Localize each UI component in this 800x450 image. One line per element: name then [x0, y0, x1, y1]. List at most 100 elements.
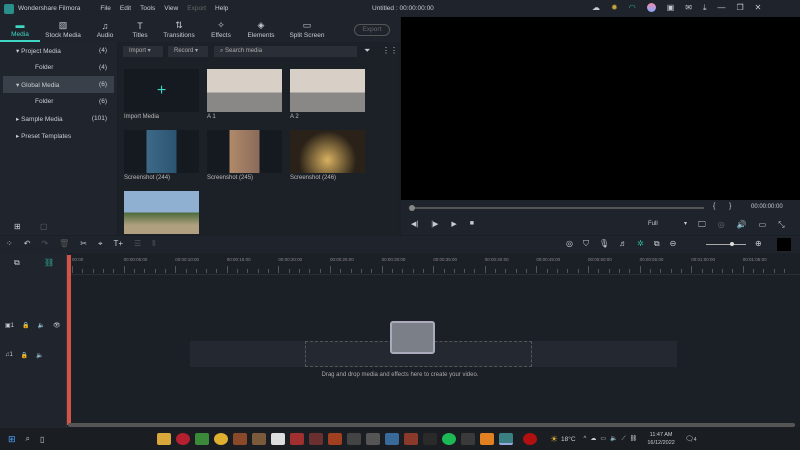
eye-icon[interactable]: 👁 — [53, 322, 61, 329]
sidebar-item-sample-media[interactable]: ▸ Sample Media (101) — [0, 110, 117, 127]
playback-slider[interactable] — [411, 207, 704, 209]
quality-select[interactable]: Full ▾ — [645, 219, 687, 230]
zoom-out-icon[interactable]: ⊖ — [670, 239, 677, 249]
snap-icon[interactable]: ⧉ — [654, 239, 660, 249]
media-thumb-screenshot-245[interactable] — [207, 130, 282, 173]
restore-icon[interactable]: ❐ — [737, 3, 744, 13]
stop-icon[interactable]: ■ — [470, 220, 474, 228]
task-view-icon[interactable]: ▯ — [40, 435, 44, 444]
notifications-icon[interactable]: 🗨4 — [685, 435, 697, 443]
tab-elements[interactable]: ◈ Elements — [240, 17, 282, 42]
media-thumb-screenshot-244[interactable] — [124, 130, 199, 173]
tag-icon[interactable]: ⌖ — [98, 239, 103, 249]
chrome-icon[interactable] — [213, 433, 228, 445]
windows-start-icon[interactable]: ⊞ — [8, 434, 16, 445]
timeline-ruler[interactable]: 00:00 00:00:05:00 00:00:10:00 00:00:15:00 00… — [68, 253, 800, 275]
spotify-icon[interactable] — [441, 433, 456, 445]
playhead-handle[interactable] — [409, 205, 415, 211]
split-icon[interactable]: ⫴ — [152, 239, 155, 249]
volume-icon[interactable]: 🔊 — [737, 220, 747, 230]
menu-tools[interactable]: Tools — [140, 5, 155, 12]
app-icon[interactable] — [365, 433, 380, 445]
vlc-icon[interactable] — [479, 433, 494, 445]
cut-icon[interactable]: ✂ — [80, 239, 87, 249]
snapshot-icon[interactable]: ◎ — [718, 220, 725, 230]
sidebar-item-folder[interactable]: Folder (4) — [0, 59, 117, 76]
media-thumb-eiffel[interactable] — [124, 191, 199, 234]
cloud-icon[interactable]: ☁ — [592, 3, 600, 13]
app-icon[interactable] — [346, 433, 361, 445]
redo-icon[interactable]: ↷ — [41, 239, 48, 249]
app-icon[interactable] — [403, 433, 418, 445]
bulb-icon[interactable]: ✹ — [611, 3, 618, 13]
app-icon[interactable] — [460, 433, 475, 445]
play-icon[interactable]: ▶ — [451, 220, 456, 228]
add-track-icon[interactable]: ⧉ — [14, 258, 20, 268]
close-icon[interactable]: ✕ — [755, 3, 762, 13]
undo-icon[interactable]: ↶ — [24, 239, 31, 249]
filmora-taskbar-icon[interactable] — [498, 433, 513, 445]
nvidia-icon[interactable] — [194, 433, 209, 445]
system-tray-icons[interactable]: ^☁▭🔈⟋⛓ — [584, 435, 642, 443]
mute-icon[interactable]: 🔈 — [36, 352, 43, 359]
mail-icon[interactable]: ✉ — [685, 3, 692, 13]
download-icon[interactable]: ⤓ — [703, 3, 707, 13]
folder-icon[interactable]: ▢ — [40, 222, 48, 231]
fullscreen-icon[interactable]: ⤡ — [778, 220, 784, 230]
layout-icon[interactable]: ⁘ — [6, 239, 13, 249]
headset-icon[interactable]: ◠ — [629, 3, 636, 13]
next-frame-icon[interactable]: |▶ — [431, 220, 438, 228]
mute-icon[interactable]: 🔈 — [38, 322, 45, 329]
shield-icon[interactable]: ⛉ — [583, 239, 589, 249]
tab-stock-media[interactable]: ▨ Stock Media — [40, 17, 86, 42]
sidebar-item-global-folder[interactable]: Folder (6) — [0, 93, 117, 110]
zoom-slider[interactable] — [706, 244, 746, 245]
zoom-in-icon[interactable]: ⊕ — [755, 239, 762, 248]
app-icon[interactable] — [308, 433, 323, 445]
opera-icon[interactable] — [175, 433, 190, 445]
tab-transitions[interactable]: ⇅ Transitions — [156, 17, 202, 42]
mark-in-icon[interactable]: { — [713, 203, 715, 210]
media-thumb-a1[interactable] — [207, 69, 282, 112]
render-icon[interactable]: ◎ — [566, 239, 573, 249]
audio-mix-icon[interactable]: ♬ — [619, 239, 627, 249]
save-icon[interactable]: ▣ — [667, 3, 675, 13]
menu-edit[interactable]: Edit — [120, 5, 131, 12]
avatar[interactable] — [646, 3, 656, 12]
media-thumb-screenshot-246[interactable] — [290, 130, 365, 173]
app-icon[interactable] — [232, 433, 247, 445]
new-folder-icon[interactable]: ⊞ — [14, 222, 21, 231]
filter-icon[interactable]: ⏷ — [364, 46, 370, 56]
menu-view[interactable]: View — [164, 5, 178, 12]
app-icon[interactable] — [327, 433, 342, 445]
export-button[interactable]: Export — [354, 24, 390, 36]
tab-audio[interactable]: ♫ Audio — [86, 17, 124, 42]
app-icon[interactable] — [289, 433, 304, 445]
tab-media[interactable]: ▬ Media — [0, 17, 40, 42]
zoom-slider-handle[interactable] — [730, 242, 734, 246]
lock-icon[interactable]: 🔒 — [21, 352, 28, 359]
menu-file[interactable]: File — [100, 5, 110, 12]
sidebar-item-preset-templates[interactable]: ▸ Preset Templates — [0, 127, 117, 144]
folder-icon[interactable]: ▭ — [759, 220, 767, 230]
playhead[interactable] — [67, 255, 71, 425]
link-icon[interactable]: ⛓ — [44, 258, 54, 267]
menu-help[interactable]: Help — [215, 5, 228, 12]
clock[interactable]: 11:47 AM 16/12/2022 — [647, 431, 675, 447]
grid-view-icon[interactable]: ⋮⋮ — [382, 46, 398, 55]
sidebar-item-global-media[interactable]: ▾ Global Media (6) — [3, 76, 114, 93]
media-thumb-a2[interactable] — [290, 69, 365, 112]
import-dropdown[interactable]: Import ▾ — [123, 46, 163, 57]
sidebar-item-project-media[interactable]: ▾ Project Media (4) — [0, 42, 117, 59]
minimize-icon[interactable]: — — [718, 3, 726, 13]
adjust-icon[interactable]: ☰ — [134, 239, 141, 249]
app-icon[interactable] — [422, 433, 437, 445]
tab-split-screen[interactable]: ▭ Split Screen — [282, 17, 332, 42]
delete-icon[interactable]: 🗑 — [59, 239, 69, 249]
app-icon[interactable] — [384, 433, 399, 445]
lock-icon[interactable]: 🔒 — [22, 322, 29, 329]
app-icon[interactable] — [251, 433, 266, 445]
search-icon[interactable]: ⌕ — [26, 434, 30, 444]
tab-titles[interactable]: T Titles — [124, 17, 156, 42]
menu-export[interactable]: Export — [187, 5, 206, 12]
